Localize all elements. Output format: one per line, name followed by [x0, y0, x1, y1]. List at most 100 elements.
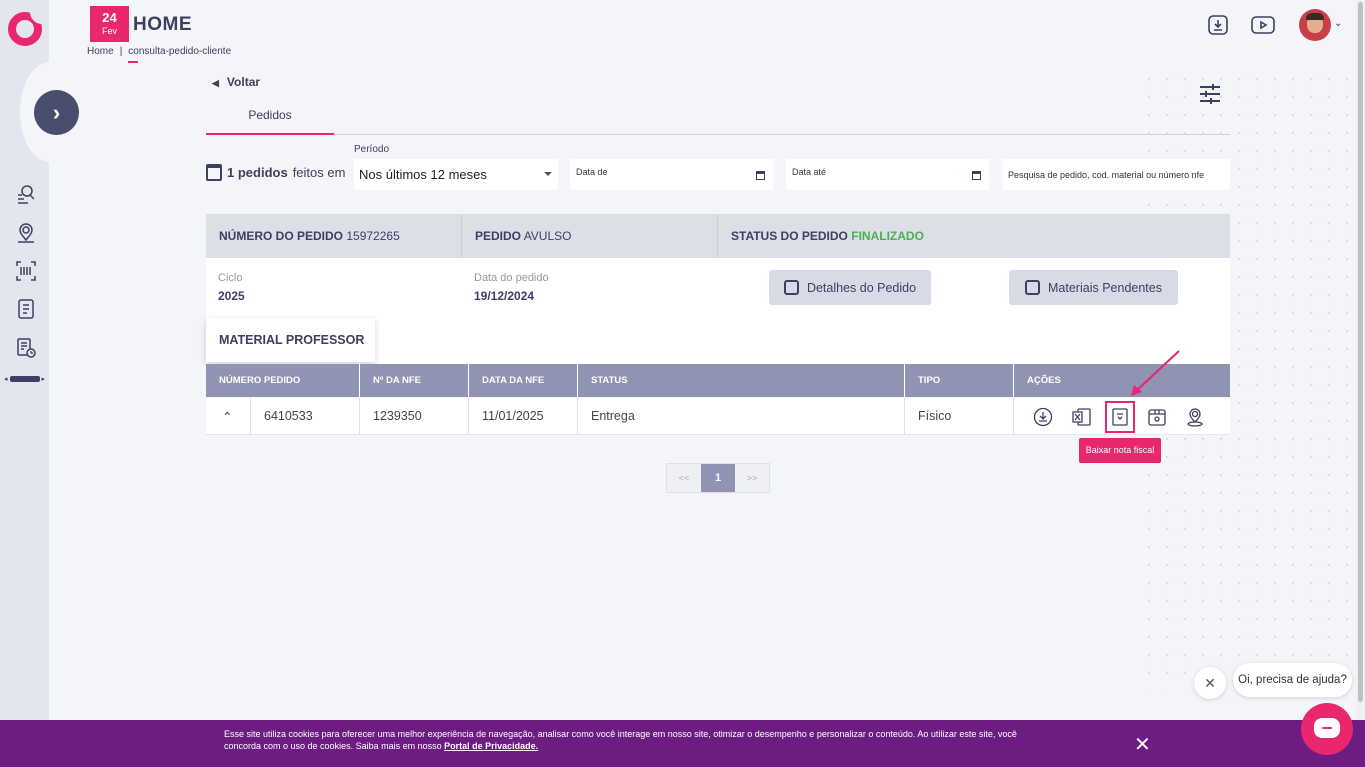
- chat-button[interactable]: [1301, 703, 1353, 755]
- pending-materials-label: Materiais Pendentes: [1048, 280, 1162, 295]
- search-input[interactable]: [1003, 159, 1230, 190]
- tab-pedidos[interactable]: Pedidos: [206, 100, 334, 135]
- cell-pedido: 6410533: [251, 398, 360, 435]
- order-type-value: AVULSO: [523, 229, 572, 243]
- tab-bar: Pedidos: [206, 100, 1230, 135]
- download-icon[interactable]: [1033, 407, 1053, 427]
- breadcrumb-home[interactable]: Home: [87, 46, 114, 57]
- column-header: Nº DA NFE: [360, 364, 469, 397]
- breadcrumb-current: consulta-pedido-cliente: [128, 46, 232, 57]
- order-count-suffix: feitos em: [292, 165, 346, 180]
- scroll-right-icon[interactable]: ▸: [42, 375, 46, 383]
- cookie-text: Esse site utiliza cookies para oferecer …: [224, 729, 1017, 751]
- period-value: Nos últimos 12 meses: [359, 167, 487, 182]
- cookie-banner: Esse site utiliza cookies para oferecer …: [0, 720, 1365, 767]
- privacy-link[interactable]: Portal de Privacidade.: [444, 741, 538, 751]
- cell-data-nfe: 11/01/2025: [469, 398, 578, 435]
- chat-close-button[interactable]: ✕: [1194, 667, 1226, 699]
- pagination: << 1 >>: [666, 463, 770, 493]
- column-header: STATUS: [578, 364, 905, 397]
- date-to-label: Data até: [792, 167, 827, 177]
- excel-icon[interactable]: [1072, 407, 1092, 427]
- order-number-cell: NÚMERO DO PEDIDO 15972265: [206, 214, 462, 258]
- search-user-icon[interactable]: [15, 183, 37, 205]
- order-count: 1 pedidos feitos em: [206, 164, 345, 181]
- chat-icon: [1314, 718, 1340, 738]
- pagination-next[interactable]: >>: [735, 464, 769, 492]
- date-to-field[interactable]: Data até: [786, 159, 989, 190]
- location-icon[interactable]: [15, 222, 37, 244]
- page-title: HOME: [133, 14, 192, 35]
- barcode-scan-icon[interactable]: [15, 260, 37, 282]
- avatar[interactable]: [1299, 9, 1331, 41]
- cycle-label: Ciclo: [218, 272, 243, 284]
- cookie-close-icon[interactable]: ✕: [1134, 732, 1151, 757]
- pagination-page[interactable]: 1: [701, 464, 735, 492]
- breadcrumb: Home | consulta-pedido-cliente: [87, 46, 232, 57]
- chevron-right-icon: ›: [52, 99, 61, 125]
- chevron-up-icon[interactable]: ⌃: [222, 410, 232, 424]
- document-list-icon[interactable]: [15, 298, 37, 320]
- close-icon[interactable]: ✕: [1204, 675, 1216, 691]
- pagination-prev[interactable]: <<: [667, 464, 701, 492]
- collapse-row-button[interactable]: ⌃: [206, 398, 251, 435]
- page-scrollbar[interactable]: [1356, 0, 1365, 720]
- back-label: Voltar: [226, 75, 261, 89]
- box-icon: [1025, 280, 1041, 295]
- column-header: TIPO: [905, 364, 1014, 397]
- date-month: Fev: [101, 26, 117, 36]
- cell-status: Entrega: [578, 398, 905, 435]
- download-invoice-highlight[interactable]: [1105, 401, 1135, 433]
- back-button[interactable]: ◀ Voltar: [212, 75, 260, 89]
- pending-materials-button[interactable]: Materiais Pendentes: [1009, 270, 1178, 305]
- chevron-down-icon[interactable]: ⌄: [1334, 18, 1342, 29]
- status-badge: FINALIZADO: [851, 229, 924, 243]
- order-details-label: Detalhes do Pedido: [806, 280, 917, 295]
- order-count-number: 1 pedidos: [227, 165, 288, 180]
- brand-logo[interactable]: [8, 12, 42, 46]
- download-app-icon[interactable]: [1206, 13, 1230, 37]
- material-section-title: MATERIAL PROFESSOR: [206, 318, 375, 362]
- scroll-left-icon[interactable]: ◂: [4, 375, 8, 383]
- order-status-cell: STATUS DO PEDIDO FINALIZADO: [718, 214, 1230, 258]
- sidebar-scrollbar[interactable]: ◂ ▸: [4, 375, 48, 383]
- cookie-text-block: Esse site utiliza cookies para oferecer …: [224, 728, 1024, 752]
- column-header: AÇÕES: [1027, 375, 1061, 386]
- box-icon[interactable]: [1147, 407, 1167, 427]
- order-type-cell: PEDIDO AVULSO: [462, 214, 718, 258]
- scrollbar-thumb[interactable]: [1358, 2, 1363, 702]
- order-status-label: STATUS DO PEDIDO: [731, 229, 848, 243]
- cell-tipo: Físico: [905, 398, 1014, 435]
- date-badge: 24 Fev: [90, 6, 129, 42]
- scroll-thumb[interactable]: [9, 376, 40, 382]
- document-icon: [783, 280, 799, 295]
- order-date-value: 19/12/2024: [474, 289, 535, 303]
- date-from-field[interactable]: Data de: [570, 159, 773, 190]
- expand-sidebar-button[interactable]: ›: [34, 90, 79, 135]
- date-day: 24: [102, 10, 117, 25]
- column-header: DATA DA NFE: [469, 364, 578, 397]
- order-number-label: NÚMERO DO PEDIDO: [219, 229, 344, 243]
- chat-greeting[interactable]: Oi, precisa de ajuda?: [1233, 663, 1352, 697]
- order-details-button[interactable]: Detalhes do Pedido: [769, 270, 931, 305]
- download-invoice-tooltip: Baixar nota fiscal: [1079, 438, 1161, 463]
- calendar-icon[interactable]: [756, 171, 765, 180]
- report-clock-icon[interactable]: [15, 337, 37, 359]
- period-select[interactable]: Nos últimos 12 meses: [354, 159, 558, 190]
- calendar-icon: [206, 164, 222, 181]
- cycle-value: 2025: [218, 289, 245, 303]
- arrow-pointer-icon: [1131, 350, 1180, 396]
- cell-nfe: 1239350: [360, 398, 469, 435]
- date-from-label: Data de: [576, 167, 608, 177]
- video-play-icon[interactable]: [1251, 13, 1275, 37]
- order-number-value: 15972265: [346, 229, 400, 243]
- period-label: Período: [354, 144, 390, 155]
- location-icon[interactable]: [1185, 407, 1205, 427]
- order-type-label: PEDIDO: [475, 229, 522, 243]
- calendar-icon[interactable]: [972, 171, 981, 180]
- caret-left-icon: ◀: [212, 78, 219, 88]
- table-header: NÚMERO PEDIDO Nº DA NFE DATA DA NFE STAT…: [206, 364, 1230, 397]
- column-header: NÚMERO PEDIDO: [206, 364, 360, 397]
- order-summary-header: NÚMERO DO PEDIDO 15972265 PEDIDO AVULSO …: [206, 214, 1230, 258]
- order-date-label: Data do pedido: [474, 272, 549, 284]
